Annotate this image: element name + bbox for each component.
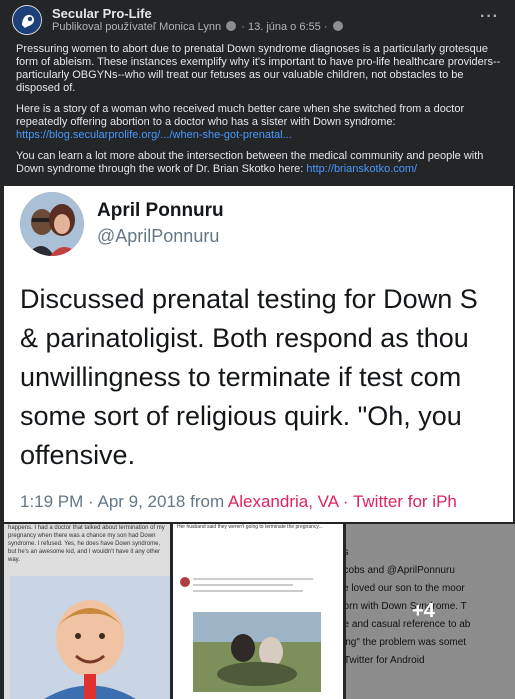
tweet-location: Alexandria, VA · Twitter for iPh bbox=[227, 492, 457, 511]
published-by[interactable]: Publikoval používateľ Monica Lynn bbox=[52, 21, 221, 33]
blog-link[interactable]: https://blog.secularprolife.org/.../when… bbox=[16, 129, 292, 141]
tweet-line: offensive. bbox=[20, 440, 136, 470]
gallery-image-2[interactable]: Her husband said they weren't going to t… bbox=[173, 524, 343, 699]
post-paragraph-2-text: Here is a story of a woman who received … bbox=[16, 103, 465, 128]
gallery-image-1-text: happens. I had a doctor that talked abou… bbox=[8, 525, 165, 563]
tweet-author-handle: @AprilPonnuru bbox=[97, 226, 220, 246]
globe-icon bbox=[332, 21, 343, 31]
tweet-line: Discussed prenatal testing for Down S bbox=[20, 284, 478, 314]
page-avatar[interactable] bbox=[12, 5, 42, 35]
boy-photo bbox=[10, 576, 170, 699]
secular-pro-life-logo-icon bbox=[14, 7, 41, 34]
image-gallery: happens. I had a doctor that talked abou… bbox=[0, 524, 515, 699]
tweet-line: & parinatoligist. Both respond as thou bbox=[20, 323, 469, 353]
more-photos-count[interactable]: +4 bbox=[412, 600, 435, 623]
tweet-image[interactable]: April Ponnuru @AprilPonnuru Discussed pr… bbox=[4, 186, 513, 522]
tweet-time: 1:19 PM · Apr 9, 2018 from bbox=[20, 492, 225, 511]
meta-separator: · bbox=[241, 21, 245, 33]
family-photo-icon bbox=[180, 577, 321, 692]
couple-photo-icon bbox=[20, 192, 84, 256]
post-paragraph-2: Here is a story of a woman who received … bbox=[16, 103, 504, 142]
tweet-author-name: April Ponnuru bbox=[97, 200, 224, 221]
gallery-image-1[interactable]: happens. I had a doctor that talked abou… bbox=[4, 524, 170, 699]
boy-photo-icon bbox=[10, 576, 170, 699]
tweet-footer: 1:19 PM · Apr 9, 2018 from Alexandria, V… bbox=[20, 492, 457, 512]
post-paragraph-1: Pressuring women to abort due to prenata… bbox=[16, 43, 501, 94]
more-options-icon[interactable]: ··· bbox=[480, 8, 499, 26]
post-date[interactable]: 13. júna o 6:55 bbox=[248, 21, 321, 33]
post-meta: Publikoval používateľ Monica Lynn · 13. … bbox=[52, 21, 345, 33]
tweet-body: Discussed prenatal testing for Down S & … bbox=[20, 280, 513, 475]
gallery-image-3[interactable]: bs acobs and @AprilPonnuru ve loved our … bbox=[346, 524, 515, 699]
post-text: Pressuring women to abort due to prenata… bbox=[16, 43, 504, 184]
post-paragraph-3: You can learn a lot more about the inter… bbox=[16, 150, 504, 176]
post-header: Secular Pro-Life Publikoval používateľ M… bbox=[0, 0, 515, 40]
info-icon[interactable] bbox=[226, 21, 237, 31]
tweet-line: some sort of religious quirk. "Oh, you bbox=[20, 401, 462, 431]
skotko-link[interactable]: http://brianskotko.com/ bbox=[306, 163, 417, 175]
tweet-avatar bbox=[20, 192, 84, 256]
meta-separator-2: · bbox=[323, 21, 328, 33]
page-name[interactable]: Secular Pro-Life bbox=[52, 6, 152, 21]
tweet-line: unwillingness to terminate if test com bbox=[20, 362, 462, 392]
